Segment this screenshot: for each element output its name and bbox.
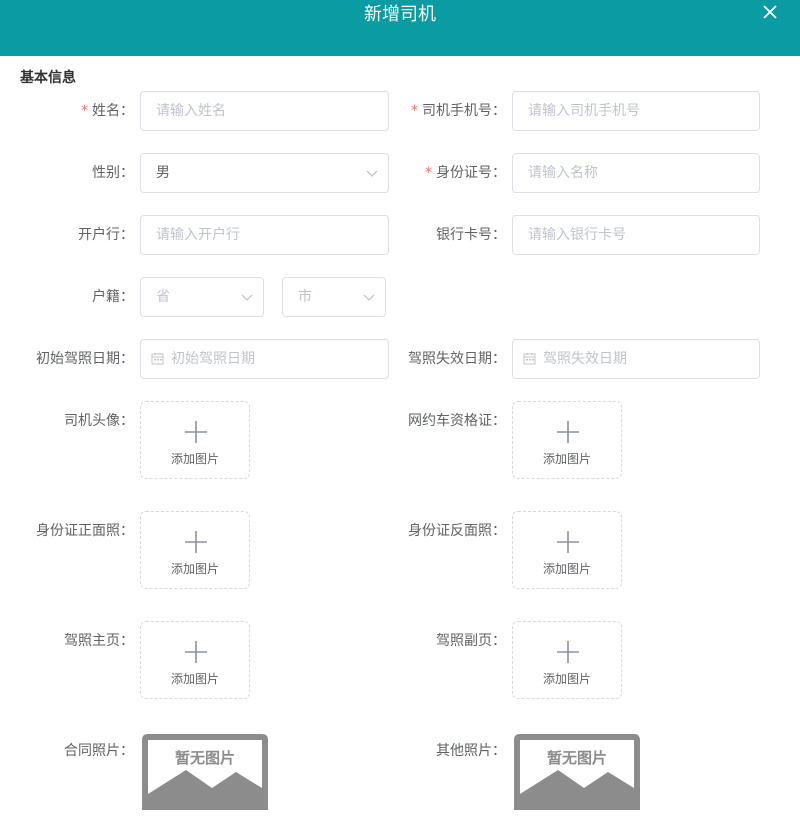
province-placeholder: 省 bbox=[156, 289, 170, 305]
add-image-label: 添加图片 bbox=[542, 562, 591, 576]
bank-placeholder: 请输入开户行 bbox=[156, 227, 240, 243]
section-title: 基本信息 bbox=[20, 70, 76, 86]
add-image-label: 添加图片 bbox=[170, 452, 219, 466]
contract-photo-label: 合同照片： bbox=[64, 743, 134, 759]
id-front-upload[interactable]: 添加图片 bbox=[140, 511, 250, 589]
ride-hailing-cert-upload[interactable]: 添加图片 bbox=[512, 401, 622, 479]
chevron-down-icon bbox=[241, 294, 253, 301]
add-image-label: 添加图片 bbox=[170, 672, 219, 686]
id-back-upload[interactable]: 添加图片 bbox=[512, 511, 622, 589]
id-back-label: 身份证反面照： bbox=[408, 523, 506, 539]
city-placeholder: 市 bbox=[298, 289, 312, 305]
gender-label: 性别： bbox=[92, 165, 134, 181]
required-mark: * bbox=[425, 165, 432, 181]
dialog-header: 新增司机 bbox=[0, 0, 800, 56]
no-image-placeholder-icon bbox=[142, 734, 268, 810]
license-sub-upload[interactable]: 添加图片 bbox=[512, 621, 622, 699]
id-number-placeholder: 请输入名称 bbox=[528, 165, 598, 181]
name-input[interactable]: 请输入姓名 bbox=[140, 91, 389, 131]
contract-no-image: 暂无图片 bbox=[140, 732, 270, 812]
ride-hailing-cert-label: 网约车资格证： bbox=[408, 413, 506, 429]
plus-icon bbox=[185, 531, 207, 553]
avatar-upload[interactable]: 添加图片 bbox=[140, 401, 250, 479]
no-image-text: 暂无图片 bbox=[546, 749, 607, 767]
license-main-upload[interactable]: 添加图片 bbox=[140, 621, 250, 699]
license-start-placeholder: 初始驾照日期 bbox=[171, 351, 255, 367]
calendar-icon bbox=[151, 353, 164, 365]
no-image-text: 暂无图片 bbox=[174, 749, 235, 767]
name-placeholder: 请输入姓名 bbox=[156, 103, 226, 119]
required-mark: * bbox=[81, 103, 88, 119]
license-start-date-input[interactable]: 初始驾照日期 bbox=[140, 339, 389, 379]
id-front-label: 身份证正面照： bbox=[36, 523, 134, 539]
phone-placeholder: 请输入司机手机号 bbox=[528, 103, 640, 119]
required-mark: * bbox=[411, 103, 418, 119]
plus-icon bbox=[557, 421, 579, 443]
plus-icon bbox=[185, 641, 207, 663]
license-expire-label: 驾照失效日期： bbox=[408, 351, 506, 367]
id-number-label-text: 身份证号： bbox=[436, 165, 506, 181]
id-number-input[interactable]: 请输入名称 bbox=[512, 153, 760, 193]
gender-value: 男 bbox=[156, 165, 170, 181]
plus-icon bbox=[557, 641, 579, 663]
chevron-down-icon bbox=[366, 170, 378, 177]
other-no-image: 暂无图片 bbox=[512, 732, 642, 812]
close-icon[interactable] bbox=[760, 2, 780, 22]
bank-card-label: 银行卡号： bbox=[436, 227, 506, 243]
city-select[interactable]: 市 bbox=[282, 277, 386, 317]
license-main-label: 驾照主页： bbox=[64, 633, 134, 649]
phone-label: * 司机手机号： bbox=[392, 91, 506, 131]
add-image-label: 添加图片 bbox=[170, 562, 219, 576]
id-number-label: * 身份证号： bbox=[392, 153, 506, 193]
chevron-down-icon bbox=[363, 294, 375, 301]
avatar-label: 司机头像： bbox=[64, 413, 134, 429]
name-label: * 姓名： bbox=[20, 91, 134, 131]
phone-label-text: 司机手机号： bbox=[422, 103, 506, 119]
add-image-label: 添加图片 bbox=[542, 452, 591, 466]
gender-select[interactable]: 男 bbox=[140, 153, 389, 193]
bank-input[interactable]: 请输入开户行 bbox=[140, 215, 389, 255]
calendar-icon bbox=[523, 353, 536, 365]
license-sub-label: 驾照副页： bbox=[436, 633, 506, 649]
household-label: 户籍： bbox=[92, 289, 134, 305]
license-expire-placeholder: 驾照失效日期 bbox=[543, 351, 627, 367]
license-start-label: 初始驾照日期： bbox=[36, 351, 134, 367]
license-expire-date-input[interactable]: 驾照失效日期 bbox=[512, 339, 760, 379]
bank-card-placeholder: 请输入银行卡号 bbox=[528, 227, 626, 243]
no-image-placeholder-icon bbox=[514, 734, 640, 810]
add-image-label: 添加图片 bbox=[542, 672, 591, 686]
dialog-title: 新增司机 bbox=[364, 4, 436, 25]
other-photo-label: 其他照片： bbox=[436, 743, 506, 759]
bank-card-input[interactable]: 请输入银行卡号 bbox=[512, 215, 760, 255]
province-select[interactable]: 省 bbox=[140, 277, 264, 317]
bank-label: 开户行： bbox=[78, 227, 134, 243]
plus-icon bbox=[185, 421, 207, 443]
plus-icon bbox=[557, 531, 579, 553]
name-label-text: 姓名： bbox=[92, 103, 134, 119]
phone-input[interactable]: 请输入司机手机号 bbox=[512, 91, 760, 131]
